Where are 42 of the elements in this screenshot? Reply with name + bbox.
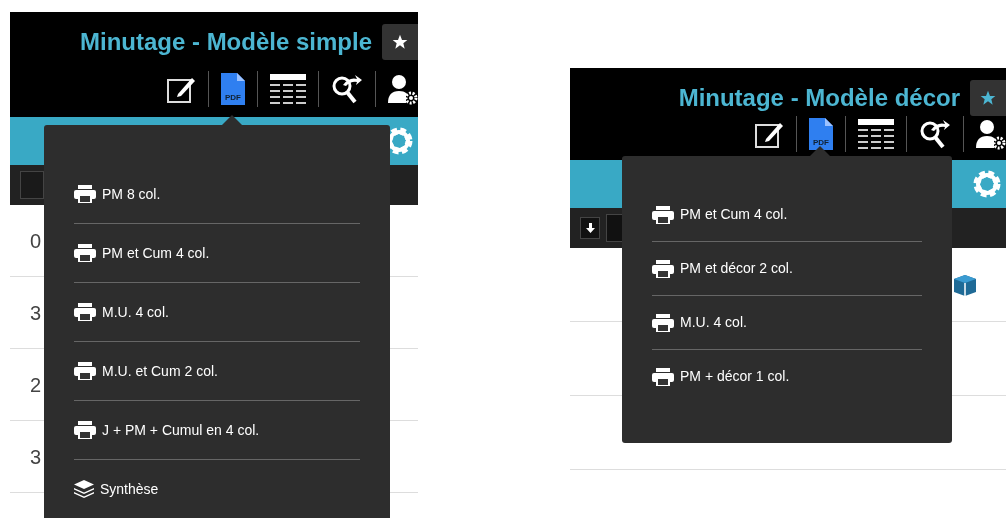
table-cell-text: 0	[30, 228, 42, 254]
menu-item[interactable]: PM 8 col.	[74, 165, 360, 223]
down-arrow-button[interactable]	[580, 217, 600, 239]
layers-icon	[74, 480, 94, 498]
menu-item[interactable]: PM et Cum 4 col.	[652, 188, 922, 241]
table-cell-text: 2	[30, 372, 42, 398]
search-share-icon[interactable]	[331, 73, 363, 105]
page-title: Minutage - Modèle simple	[79, 27, 372, 57]
menu-item[interactable]: J + PM + Cumul en 4 col.	[74, 401, 360, 459]
down-arrow-icon	[585, 223, 595, 233]
printer-icon	[652, 205, 674, 224]
user-settings-icon[interactable]	[976, 118, 1006, 150]
menu-item[interactable]: M.U. et Cum 2 col.	[74, 342, 360, 400]
printer-icon	[74, 244, 96, 262]
pdf-file-icon[interactable]: PDF	[221, 73, 245, 105]
table-cell-text: 3	[30, 300, 42, 326]
table-icon[interactable]	[270, 74, 306, 104]
menu-item[interactable]: PM et décor 2 col.	[652, 242, 922, 295]
printer-icon	[652, 367, 674, 386]
menu-item[interactable]: Synthèse	[74, 460, 360, 518]
filter-field[interactable]	[20, 171, 44, 199]
menu-item[interactable]: M.U. 4 col.	[652, 296, 922, 349]
favorite-button[interactable]	[382, 24, 418, 60]
printer-icon	[652, 259, 674, 278]
menu-item[interactable]: M.U. 4 col.	[74, 283, 360, 341]
printer-icon	[74, 421, 96, 439]
menu-item[interactable]: PM + décor 1 col.	[652, 350, 922, 403]
printer-icon	[74, 185, 96, 203]
star-icon	[392, 34, 408, 50]
printer-icon	[74, 303, 96, 321]
package-icon	[952, 272, 978, 297]
menu-item[interactable]: PM et Cum 4 col.	[74, 224, 360, 282]
printer-icon	[652, 313, 674, 332]
favorite-button[interactable]	[970, 80, 1006, 116]
table-icon[interactable]	[858, 119, 894, 149]
star-icon	[980, 90, 996, 106]
pdf-file-icon[interactable]: PDF	[809, 118, 833, 150]
table-cell-text: 3	[30, 444, 42, 470]
printer-icon	[74, 362, 96, 380]
page-title: Minutage - Modèle décor	[678, 83, 960, 113]
user-settings-icon[interactable]	[388, 73, 418, 105]
search-share-icon[interactable]	[919, 118, 951, 150]
